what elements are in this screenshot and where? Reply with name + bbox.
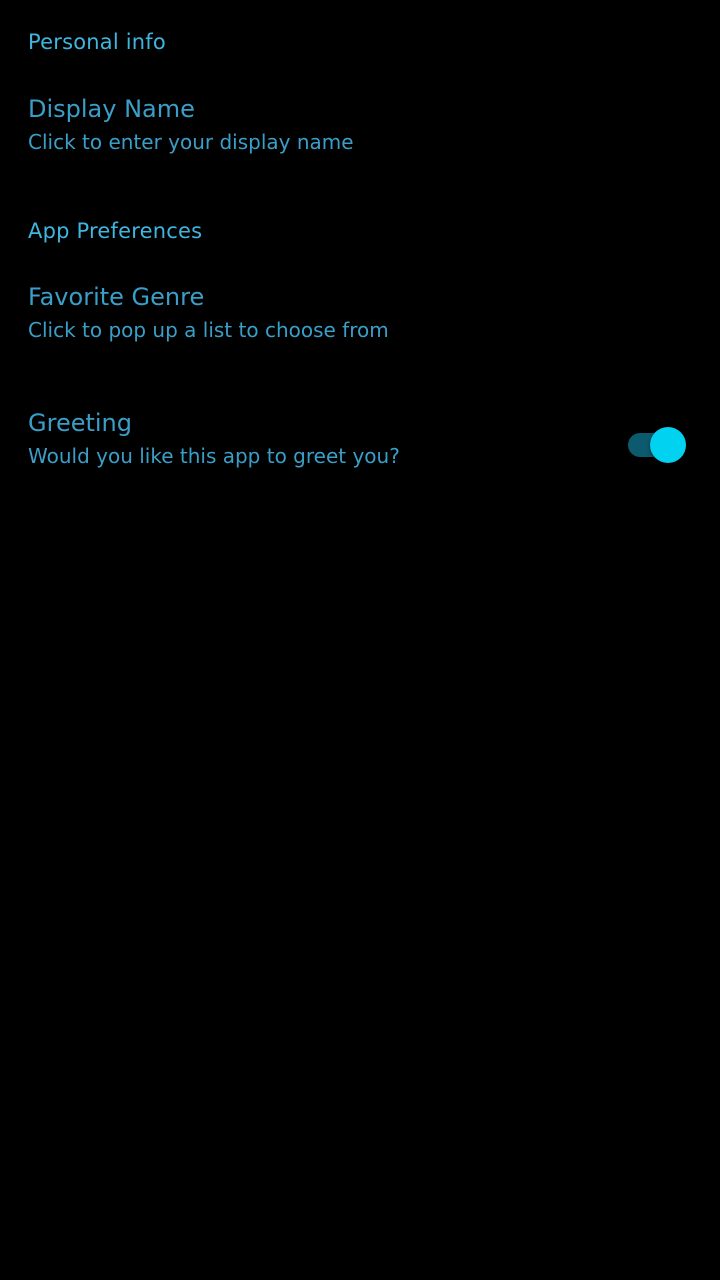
pref-display-name-title: Display Name [28, 95, 195, 123]
pref-display-name[interactable]: Display Name Click to enter your display… [0, 94, 720, 156]
category-app-preferences: App Preferences [28, 219, 203, 243]
pref-favorite-genre-summary: Click to pop up a list to choose from [28, 318, 389, 342]
greeting-toggle-switch[interactable] [628, 427, 686, 463]
pref-greeting-title: Greeting [28, 409, 132, 437]
settings-screen: Personal info Display Name Click to ente… [0, 0, 720, 1280]
switch-thumb [650, 427, 686, 463]
pref-greeting-summary: Would you like this app to greet you? [28, 444, 400, 468]
pref-greeting[interactable]: Greeting Would you like this app to gree… [0, 408, 720, 470]
pref-display-name-summary: Click to enter your display name [28, 130, 354, 154]
category-personal-info: Personal info [28, 30, 166, 54]
pref-favorite-genre-title: Favorite Genre [28, 283, 205, 311]
pref-favorite-genre[interactable]: Favorite Genre Click to pop up a list to… [0, 282, 720, 344]
